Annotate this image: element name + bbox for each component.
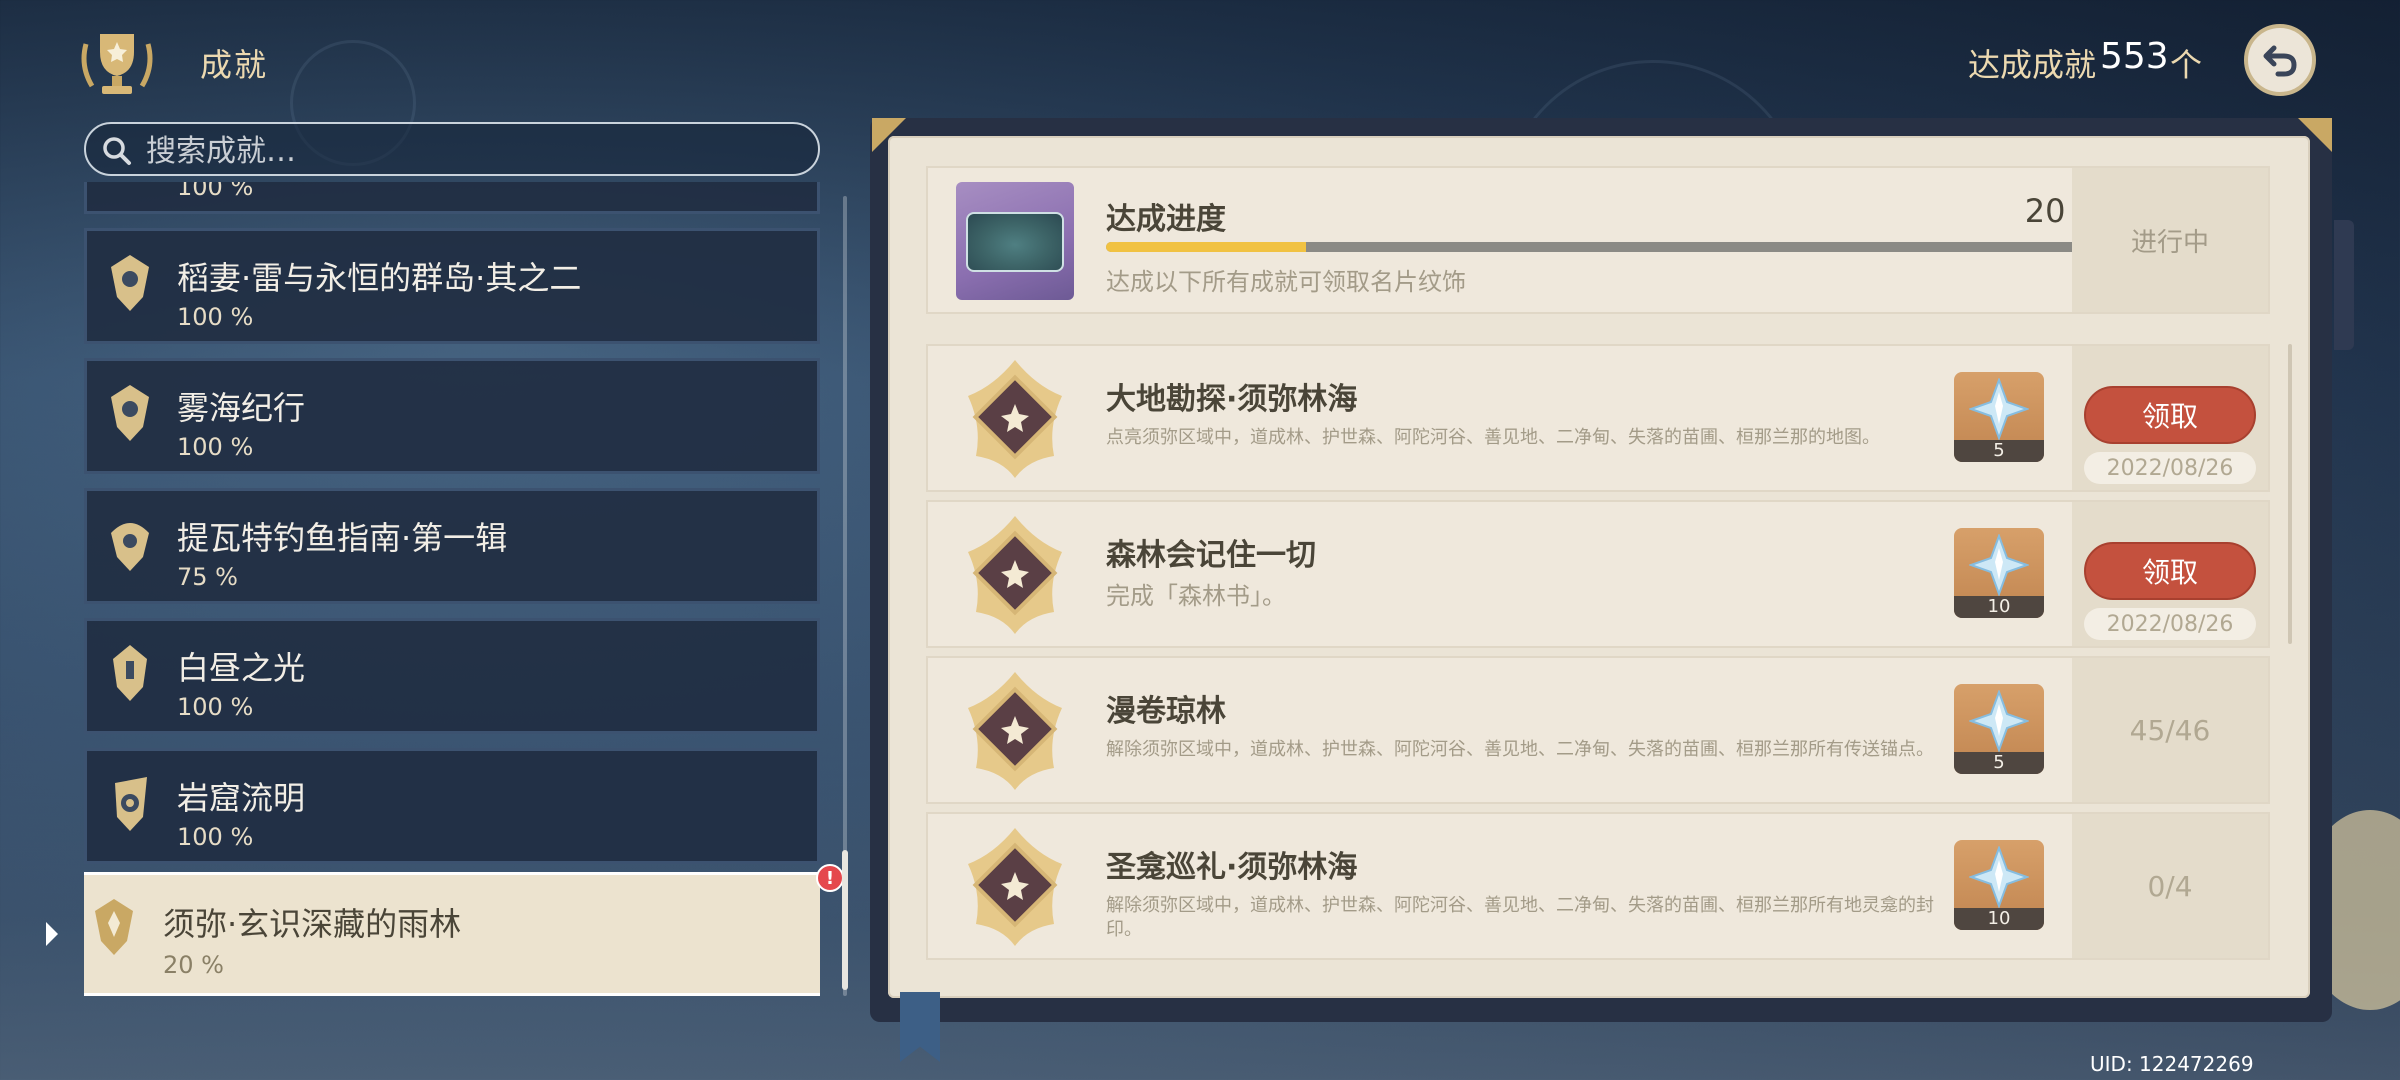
category-name: 白昼之光 <box>177 649 306 687</box>
achievement-name: 圣龛巡礼·须弥林海 <box>1106 850 1358 885</box>
achieved-count-unit: 个 <box>2170 46 2203 84</box>
search-input[interactable] <box>144 132 798 170</box>
category-item[interactable]: 100 % <box>84 182 820 214</box>
reward-quantity: 10 <box>1954 908 2044 930</box>
achievement-date: 2022/08/26 <box>2084 452 2256 484</box>
achievement-list[interactable]: 大地勘探·须弥林海 点亮须弥区域中，道成林、护世森、阿陀河谷、善见地、二净甸、失… <box>926 344 2270 964</box>
category-name: 须弥·玄识深藏的雨林 <box>163 905 462 943</box>
namecard-preview <box>956 182 1074 300</box>
progress-description: 达成以下所有成就可领取名片纹饰 <box>1106 268 1466 296</box>
achievement-action-area: 领取 2022/08/26 <box>2072 502 2268 646</box>
achievement-progress: 45/46 <box>2129 713 2211 747</box>
category-emblem-icon <box>111 523 149 571</box>
reward-item[interactable]: 5 <box>1954 372 2044 462</box>
category-name: 稻妻·雷与永恒的群岛·其之二 <box>177 259 582 297</box>
category-name: 提瓦特钓鱼指南·第一辑 <box>177 519 508 557</box>
achievement-medal-icon <box>968 828 1062 946</box>
achievement-date: 2022/08/26 <box>2084 608 2256 640</box>
progress-status: 进行中 <box>2072 168 2268 312</box>
achievement-medal-icon <box>968 516 1062 634</box>
progress-title: 达成进度 <box>1106 202 1226 237</box>
achievement-progress: 0/4 <box>2147 869 2193 903</box>
category-item-fishing[interactable]: 提瓦特钓鱼指南·第一辑 75 % <box>84 488 820 604</box>
back-button[interactable] <box>2244 24 2316 96</box>
claim-button[interactable]: 领取 <box>2084 542 2256 600</box>
reward-item[interactable]: 10 <box>1954 840 2044 930</box>
page-title: 成就 <box>200 46 269 84</box>
category-percent: 100 % <box>177 303 254 331</box>
category-percent: 100 % <box>177 433 254 461</box>
achievement-action-area: 领取 2022/08/26 <box>2072 346 2268 490</box>
search-box[interactable] <box>84 122 820 176</box>
primogem-icon <box>1969 690 2029 752</box>
category-emblem-icon <box>115 777 147 831</box>
category-percent: 100 % <box>177 182 254 201</box>
category-name: 岩窟流明 <box>177 779 306 817</box>
category-percent: 75 % <box>177 563 238 591</box>
achievement-medal-icon <box>968 672 1062 790</box>
category-percent: 100 % <box>177 823 254 851</box>
trophy-icon <box>81 34 153 94</box>
primogem-icon <box>1969 846 2029 908</box>
progress-bar <box>1106 242 2106 252</box>
category-scrollbar-thumb[interactable] <box>842 850 848 990</box>
achievement-row: 大地勘探·须弥林海 点亮须弥区域中，道成林、护世森、阿陀河谷、善见地、二净甸、失… <box>926 344 2270 492</box>
achievement-medal-icon <box>968 360 1062 478</box>
achievement-scrollbar[interactable] <box>2288 344 2292 644</box>
progress-bar-fill <box>1106 242 1306 252</box>
category-item-sea-of-fog[interactable]: 雾海纪行 100 % <box>84 358 820 474</box>
selected-indicator <box>46 922 58 946</box>
reward-quantity: 5 <box>1954 752 2044 774</box>
book-tab <box>2334 220 2354 350</box>
category-item-cave[interactable]: 岩窟流明 100 % <box>84 748 820 864</box>
search-icon <box>103 137 131 165</box>
category-emblem-icon <box>95 899 133 955</box>
achievement-description: 解除须弥区域中，道成林、护世森、阿陀河谷、善见地、二净甸、失落的苗圃、桓那兰那所… <box>1106 895 1934 940</box>
category-emblem-icon <box>111 255 149 311</box>
reward-quantity: 5 <box>1954 440 2044 462</box>
corner-ornament-icon <box>872 118 906 152</box>
category-list[interactable]: 100 % 稻妻·雷与永恒的群岛·其之二 100 % 雾海纪行 100 % 提瓦… <box>84 182 820 1002</box>
achievement-action-area: 45/46 <box>2072 658 2268 802</box>
reward-item[interactable]: 5 <box>1954 684 2044 774</box>
reward-quantity: 10 <box>1954 596 2044 618</box>
achievement-row: 森林会记住一切 完成「森林书」。 10 领取 2022/08/26 <box>926 500 2270 648</box>
achievement-row: 圣龛巡礼·须弥林海 解除须弥区域中，道成林、护世森、阿陀河谷、善见地、二净甸、失… <box>926 812 2270 960</box>
achieved-count: 553 <box>2100 36 2169 77</box>
category-name: 雾海纪行 <box>177 389 306 427</box>
uid-label: UID: 122472269 <box>2090 1052 2254 1076</box>
achievement-row: 漫卷琼林 解除须弥区域中，道成林、护世森、阿陀河谷、善见地、二净甸、失落的苗圃、… <box>926 656 2270 804</box>
achievement-name: 森林会记住一切 <box>1106 538 1316 573</box>
category-item-sumeru-selected[interactable]: 须弥·玄识深藏的雨林 20 % <box>84 872 820 996</box>
alert-badge: ! <box>816 864 844 892</box>
completion-progress-card: 达成进度 20 % 达成以下所有成就可领取名片纹饰 进行中 <box>926 166 2270 314</box>
category-item-daylight[interactable]: 白昼之光 100 % <box>84 618 820 734</box>
achievement-action-area: 0/4 <box>2072 814 2268 958</box>
category-percent: 20 % <box>163 951 224 979</box>
primogem-icon <box>1969 378 2029 440</box>
achievement-name: 大地勘探·须弥林海 <box>1106 382 1358 417</box>
achievement-description: 点亮须弥区域中，道成林、护世森、阿陀河谷、善见地、二净甸、失落的苗圃、桓那兰那的… <box>1106 427 1880 448</box>
achievement-name: 漫卷琼林 <box>1106 694 1226 729</box>
primogem-icon <box>1969 534 2029 596</box>
category-percent: 100 % <box>177 693 254 721</box>
achievement-description: 完成「森林书」。 <box>1106 582 1286 610</box>
achievement-description: 解除须弥区域中，道成林、护世森、阿陀河谷、善见地、二净甸、失落的苗圃、桓那兰那所… <box>1106 739 1934 760</box>
corner-ornament-icon <box>2298 118 2332 152</box>
achieved-count-label: 达成成就 <box>1968 46 2097 84</box>
namecard-image <box>966 212 1064 272</box>
reward-item[interactable]: 10 <box>1954 528 2044 618</box>
category-emblem-icon <box>111 385 149 441</box>
claim-button[interactable]: 领取 <box>2084 386 2256 444</box>
back-arrow-icon <box>2263 45 2297 77</box>
category-item-inazuma[interactable]: 稻妻·雷与永恒的群岛·其之二 100 % <box>84 228 820 344</box>
category-emblem-icon <box>113 645 147 701</box>
